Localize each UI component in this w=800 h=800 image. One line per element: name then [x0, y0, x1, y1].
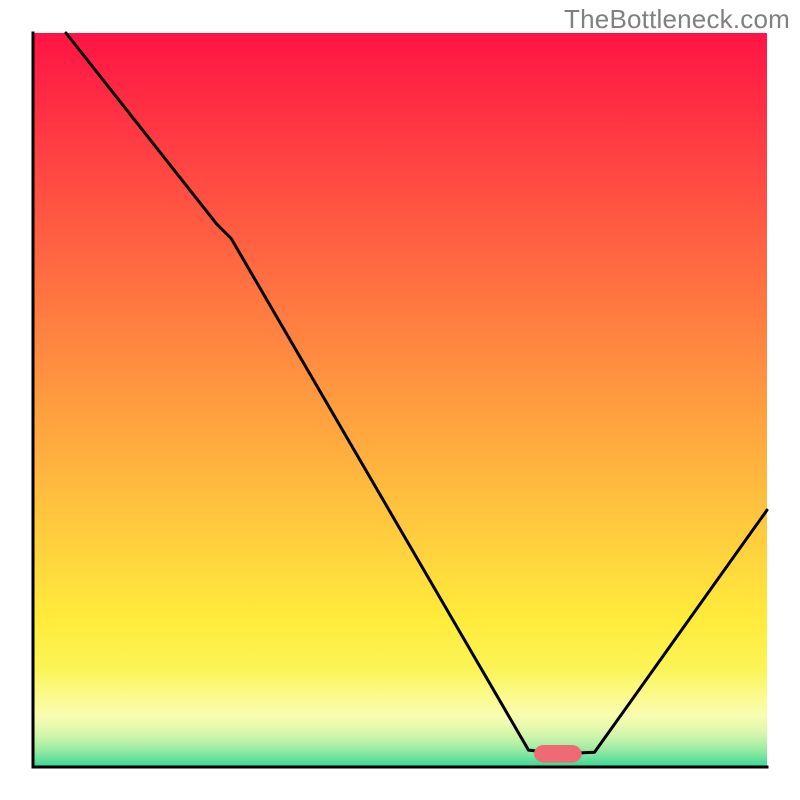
watermark-text: TheBottleneck.com [564, 4, 790, 35]
optimal-marker [534, 745, 582, 763]
plot-background [33, 33, 767, 767]
chart-svg [0, 0, 800, 800]
bottleneck-chart: TheBottleneck.com [0, 0, 800, 800]
